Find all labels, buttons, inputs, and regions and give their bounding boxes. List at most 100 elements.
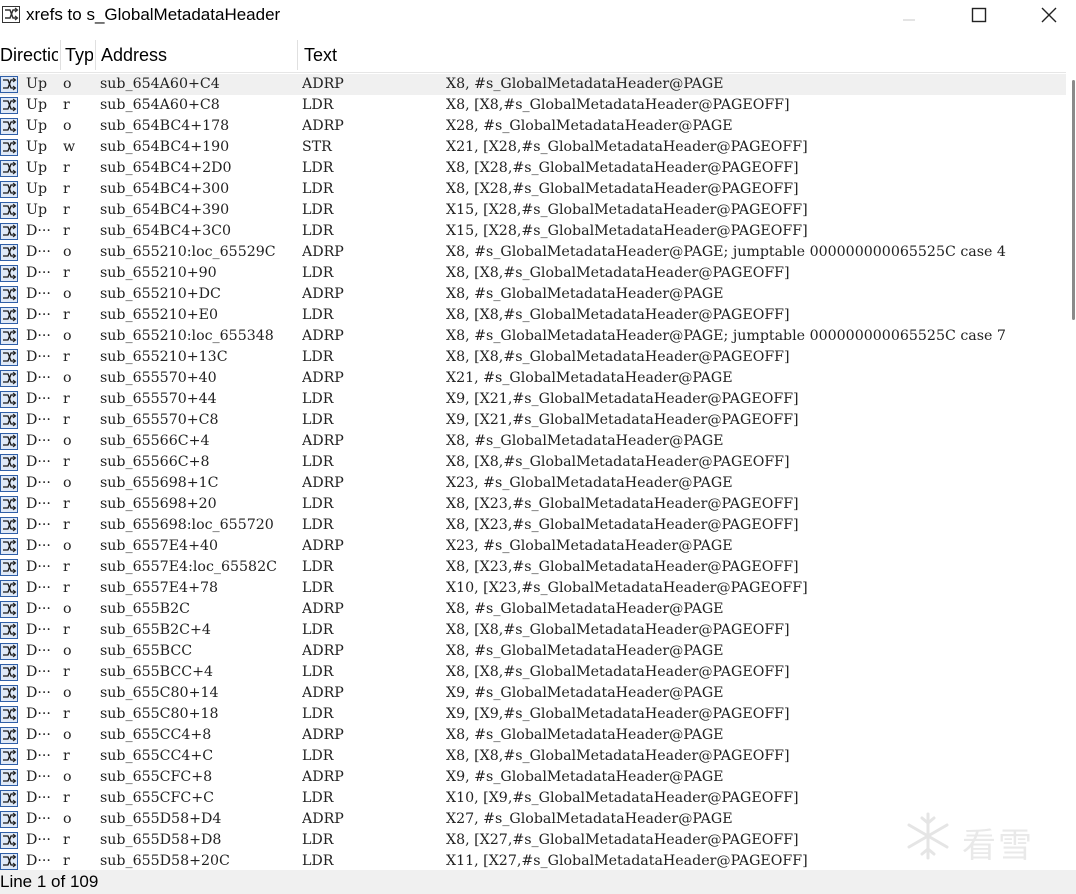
row-mnemonic: LDR (302, 202, 334, 218)
row-mnemonic: LDR (302, 622, 334, 638)
row-type: o (63, 244, 72, 260)
row-operands: X8, [X23,#s_GlobalMetadataHeader@PAGEOFF… (446, 496, 799, 512)
row-operands: X8, [X8,#s_GlobalMetadataHeader@PAGEOFF] (446, 97, 790, 113)
row-direction: D··· (26, 265, 51, 281)
title-bar[interactable]: xrefs to s_GlobalMetadataHeader (0, 0, 1076, 30)
row-operands: X8, [X8,#s_GlobalMetadataHeader@PAGEOFF] (446, 349, 790, 365)
xref-row[interactable]: D··· o sub_655C80+14 ADRP X9, #s_GlobalM… (0, 683, 1066, 704)
xref-row[interactable]: D··· r sub_655CFC+C LDR X10, [X9,#s_Glob… (0, 788, 1066, 809)
row-type: r (63, 664, 70, 680)
xref-row[interactable]: D··· r sub_655CC4+C LDR X8, [X8,#s_Globa… (0, 746, 1066, 767)
xref-row[interactable]: Up r sub_654A60+C8 LDR X8, [X8,#s_Global… (0, 95, 1066, 116)
xref-row[interactable]: D··· o sub_655698+1C ADRP X23, #s_Global… (0, 473, 1066, 494)
row-type: r (63, 622, 70, 638)
row-mnemonic: ADRP (302, 727, 344, 743)
column-direction[interactable]: Directio (0, 38, 58, 72)
xref-row[interactable]: D··· r sub_655210+90 LDR X8, [X8,#s_Glob… (0, 263, 1066, 284)
xref-row[interactable]: D··· o sub_655CFC+8 ADRP X9, #s_GlobalMe… (0, 767, 1066, 788)
xref-icon (0, 790, 18, 807)
xref-row[interactable]: D··· o sub_655210:loc_65529C ADRP X8, #s… (0, 242, 1066, 263)
row-mnemonic: ADRP (302, 685, 344, 701)
xref-row[interactable]: D··· r sub_655BCC+4 LDR X8, [X8,#s_Globa… (0, 662, 1066, 683)
xref-row[interactable]: Up r sub_654BC4+2D0 LDR X8, [X28,#s_Glob… (0, 158, 1066, 179)
column-divider[interactable] (60, 40, 61, 70)
xref-row[interactable]: D··· r sub_655570+C8 LDR X9, [X21,#s_Glo… (0, 410, 1066, 431)
xref-row[interactable]: D··· o sub_655210+DC ADRP X8, #s_GlobalM… (0, 284, 1066, 305)
row-type: o (63, 475, 72, 491)
xref-row[interactable]: D··· r sub_655698+20 LDR X8, [X23,#s_Glo… (0, 494, 1066, 515)
xref-row[interactable]: D··· r sub_655698:loc_655720 LDR X8, [X2… (0, 515, 1066, 536)
row-mnemonic: LDR (302, 517, 334, 533)
row-address: sub_654A60+C8 (100, 97, 220, 113)
row-address: sub_655210:loc_655348 (100, 328, 274, 344)
xref-row[interactable]: D··· o sub_655CC4+8 ADRP X8, #s_GlobalMe… (0, 725, 1066, 746)
row-address: sub_655698+20 (100, 496, 217, 512)
status-bar: Line 1 of 109 (0, 870, 1076, 894)
xref-row[interactable]: Up r sub_654BC4+390 LDR X15, [X28,#s_Glo… (0, 200, 1066, 221)
xref-row[interactable]: D··· r sub_654BC4+3C0 LDR X15, [X28,#s_G… (0, 221, 1066, 242)
row-type: r (63, 559, 70, 575)
row-address: sub_655570+C8 (100, 412, 219, 428)
row-type: r (63, 307, 70, 323)
maximize-icon (971, 7, 987, 23)
row-operands: X8, [X8,#s_GlobalMetadataHeader@PAGEOFF] (446, 664, 790, 680)
column-type[interactable]: Typ (65, 38, 93, 72)
column-divider[interactable] (95, 40, 96, 70)
xref-row[interactable]: Up r sub_654BC4+300 LDR X8, [X28,#s_Glob… (0, 179, 1066, 200)
xref-row[interactable]: Up w sub_654BC4+190 STR X21, [X28,#s_Glo… (0, 137, 1066, 158)
xref-row[interactable]: D··· r sub_6557E4:loc_65582C LDR X8, [X2… (0, 557, 1066, 578)
row-mnemonic: ADRP (302, 328, 344, 344)
column-address[interactable]: Address (101, 38, 291, 72)
row-mnemonic: LDR (302, 349, 334, 365)
xref-icon (0, 76, 18, 93)
xref-icon (0, 118, 18, 135)
row-direction: D··· (26, 538, 51, 554)
minimize-icon (903, 19, 915, 21)
row-address: sub_655570+40 (100, 370, 217, 386)
xref-row[interactable]: D··· o sub_65566C+4 ADRP X8, #s_GlobalMe… (0, 431, 1066, 452)
close-button[interactable] (1026, 0, 1072, 30)
column-text[interactable]: Text (304, 38, 504, 72)
xref-row[interactable]: D··· r sub_655210+13C LDR X8, [X8,#s_Glo… (0, 347, 1066, 368)
row-mnemonic: ADRP (302, 475, 344, 491)
xref-window-icon (2, 6, 20, 23)
xref-row[interactable]: D··· r sub_655210+E0 LDR X8, [X8,#s_Glob… (0, 305, 1066, 326)
xref-row[interactable]: Up o sub_654BC4+178 ADRP X28, #s_GlobalM… (0, 116, 1066, 137)
row-mnemonic: LDR (302, 559, 334, 575)
xref-row[interactable]: D··· r sub_6557E4+78 LDR X10, [X23,#s_Gl… (0, 578, 1066, 599)
row-operands: X8, [X8,#s_GlobalMetadataHeader@PAGEOFF] (446, 307, 790, 323)
row-type: r (63, 265, 70, 281)
column-header: Directio Typ Address Text (0, 38, 1070, 73)
row-address: sub_655CC4+C (100, 748, 214, 764)
row-type: r (63, 160, 70, 176)
xref-icon (0, 559, 18, 576)
column-divider[interactable] (297, 40, 298, 70)
scrollbar-thumb[interactable] (1072, 80, 1075, 320)
row-operands: X8, #s_GlobalMetadataHeader@PAGE; jumpta… (446, 328, 1006, 344)
xref-row[interactable]: D··· r sub_655C80+18 LDR X9, [X9,#s_Glob… (0, 704, 1066, 725)
minimize-button[interactable] (886, 0, 932, 30)
xref-row[interactable]: D··· o sub_655BCC ADRP X8, #s_GlobalMeta… (0, 641, 1066, 662)
xref-row[interactable]: D··· r sub_655B2C+4 LDR X8, [X8,#s_Globa… (0, 620, 1066, 641)
row-address: sub_655C80+18 (100, 706, 219, 722)
row-direction: Up (26, 181, 48, 197)
xref-row[interactable]: D··· o sub_655B2C ADRP X8, #s_GlobalMeta… (0, 599, 1066, 620)
maximize-button[interactable] (956, 0, 1002, 30)
row-address: sub_655698+1C (100, 475, 219, 491)
xref-row[interactable]: D··· o sub_655570+40 ADRP X21, #s_Global… (0, 368, 1066, 389)
xref-row[interactable]: D··· o sub_655210:loc_655348 ADRP X8, #s… (0, 326, 1066, 347)
xref-row[interactable]: D··· r sub_65566C+8 LDR X8, [X8,#s_Globa… (0, 452, 1066, 473)
xref-row[interactable]: Up o sub_654A60+C4 ADRP X8, #s_GlobalMet… (0, 74, 1066, 95)
row-operands: X8, [X8,#s_GlobalMetadataHeader@PAGEOFF] (446, 748, 790, 764)
row-mnemonic: ADRP (302, 433, 344, 449)
row-type: r (63, 454, 70, 470)
xref-icon (0, 328, 18, 345)
xref-list[interactable]: Up o sub_654A60+C4 ADRP X8, #s_GlobalMet… (0, 74, 1066, 870)
xref-icon (0, 706, 18, 723)
row-direction: D··· (26, 370, 51, 386)
xref-row[interactable]: D··· o sub_6557E4+40 ADRP X23, #s_Global… (0, 536, 1066, 557)
row-mnemonic: ADRP (302, 370, 344, 386)
row-mnemonic: LDR (302, 160, 334, 176)
row-address: sub_654BC4+190 (100, 139, 230, 155)
xref-row[interactable]: D··· r sub_655570+44 LDR X9, [X21,#s_Glo… (0, 389, 1066, 410)
